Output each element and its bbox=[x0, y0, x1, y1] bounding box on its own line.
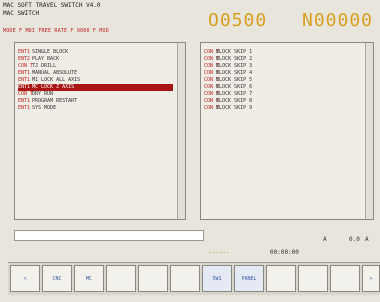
switch-row[interactable]: CON TDRY RUN bbox=[18, 91, 173, 98]
softkey-cnc[interactable]: CNC bbox=[42, 265, 72, 292]
key-input-buffer[interactable] bbox=[14, 230, 204, 241]
switch-row[interactable]: ENT2 PLAY BACK bbox=[18, 56, 173, 63]
header-title: MAC SOFT TRAVEL SWITCH V4.0 bbox=[3, 2, 101, 9]
softkey-panel[interactable]: PANEL bbox=[234, 265, 264, 292]
softkey-next[interactable]: > bbox=[362, 265, 380, 292]
skip-row[interactable]: CON TBLOCK SKIP 1 bbox=[204, 49, 252, 56]
status-value: 0.0 bbox=[349, 236, 360, 243]
skip-state: CON T bbox=[204, 105, 220, 111]
skip-state: CON T bbox=[204, 84, 220, 90]
softkey-prev[interactable]: < bbox=[10, 265, 40, 292]
skip-row[interactable]: CON TBLOCK SKIP 9 bbox=[204, 105, 252, 112]
left-list-scrollbar[interactable] bbox=[177, 43, 185, 219]
skip-name: BLOCK SKIP 7 bbox=[216, 91, 253, 97]
skip-row[interactable]: CON TBLOCK SKIP 7 bbox=[204, 91, 252, 98]
switch-state: ENT1 bbox=[18, 105, 31, 111]
skip-row[interactable]: CON TBLOCK SKIP 4 bbox=[204, 70, 252, 77]
status-axis-2: A bbox=[365, 236, 369, 243]
switch-name: MC LOCK Z AXIS bbox=[32, 84, 75, 90]
switch-row[interactable]: ENT1 MANUAL ABSOLUTE bbox=[18, 70, 173, 77]
program-number: O0500 bbox=[208, 10, 268, 31]
sequence-number: N00000 bbox=[302, 10, 374, 31]
switch-state: ENT1 bbox=[18, 77, 31, 83]
softkey-blank[interactable] bbox=[330, 265, 360, 292]
skip-state: CON T bbox=[204, 91, 220, 97]
softkey-blank[interactable] bbox=[298, 265, 328, 292]
switch-row[interactable]: ENT1 SYS MODE bbox=[18, 105, 173, 112]
left-switch-list: ENT1 SINGLE BLOCK ENT2 PLAY BACK CON TTJ D… bbox=[14, 42, 186, 220]
skip-name: BLOCK SKIP 1 bbox=[216, 49, 253, 55]
switch-row-selected[interactable]: ENT1 MC LOCK Z AXIS bbox=[18, 84, 173, 91]
skip-name: BLOCK SKIP 9 bbox=[216, 105, 253, 111]
skip-name: BLOCK SKIP 3 bbox=[216, 63, 253, 69]
status-mode: ------ bbox=[208, 249, 230, 256]
switch-state: CON T bbox=[18, 91, 34, 97]
softkey-blank[interactable] bbox=[138, 265, 168, 292]
switch-name: TJ DRILL bbox=[32, 63, 57, 69]
skip-state: CON T bbox=[204, 77, 220, 83]
switch-state: ENT2 bbox=[18, 56, 31, 62]
switch-state: CON T bbox=[18, 63, 34, 69]
switch-name: PLAY BACK bbox=[32, 56, 60, 62]
skip-state: CON T bbox=[204, 63, 220, 69]
skip-state: CON T bbox=[204, 70, 220, 76]
switch-name: M1 LOCK ALL AXIS bbox=[32, 77, 81, 83]
switch-row[interactable]: ENT1 PROGRAM RESTART bbox=[18, 98, 173, 105]
skip-row[interactable]: CON TBLOCK SKIP 3 bbox=[204, 63, 252, 70]
skip-name: BLOCK SKIP 4 bbox=[216, 70, 253, 76]
skip-name: BLOCK SKIP 5 bbox=[216, 77, 253, 83]
switch-state: ENT1 bbox=[18, 98, 31, 104]
skip-state: CON T bbox=[204, 56, 220, 62]
skip-state: CON T bbox=[204, 49, 220, 55]
skip-name: BLOCK SKIP 2 bbox=[216, 56, 253, 62]
status-axis: A bbox=[323, 236, 327, 243]
skip-row[interactable]: CON TBLOCK SKIP 2 bbox=[204, 56, 252, 63]
switch-state: ENT1 bbox=[18, 70, 31, 76]
skip-row[interactable]: CON TBLOCK SKIP 5 bbox=[204, 77, 252, 84]
softkey-blank[interactable] bbox=[106, 265, 136, 292]
switch-row[interactable]: CON TTJ DRILL bbox=[18, 63, 173, 70]
skip-state: CON T bbox=[204, 98, 220, 104]
status-time: 00:00:00 bbox=[270, 249, 299, 256]
switch-name: SYS MODE bbox=[32, 105, 57, 111]
switch-state: ENT1 bbox=[18, 49, 31, 55]
right-switch-list: CON TBLOCK SKIP 1 CON TBLOCK SKIP 2 CON … bbox=[200, 42, 374, 220]
switch-name: MANUAL ABSOLUTE bbox=[32, 70, 78, 76]
header-info: MAC SOFT TRAVEL SWITCH V4.0 MAC SWITCH bbox=[3, 2, 101, 18]
skip-row[interactable]: CON TBLOCK SKIP 6 bbox=[204, 84, 252, 91]
softkey-mc[interactable]: MC bbox=[74, 265, 104, 292]
right-list-scrollbar[interactable] bbox=[365, 43, 373, 219]
softkey-blank[interactable] bbox=[266, 265, 296, 292]
header-subtitle: MAC SWITCH bbox=[3, 10, 40, 17]
skip-name: BLOCK SKIP 8 bbox=[216, 98, 253, 104]
switch-row[interactable]: ENT1 SINGLE BLOCK bbox=[18, 49, 173, 56]
mode-line: MODE F MDI FREE RATE F 0000 F MOD bbox=[3, 28, 109, 34]
skip-row[interactable]: CON TBLOCK SKIP 8 bbox=[204, 98, 252, 105]
skip-name: BLOCK SKIP 6 bbox=[216, 84, 253, 90]
switch-row[interactable]: ENT1 M1 LOCK ALL AXIS bbox=[18, 77, 173, 84]
switch-name: PROGRAM RESTART bbox=[32, 98, 78, 104]
switch-state: ENT1 bbox=[18, 84, 31, 90]
switch-name: DRY RUN bbox=[32, 91, 54, 97]
switch-name: SINGLE BLOCK bbox=[32, 49, 69, 55]
softkey-blank[interactable] bbox=[170, 265, 200, 292]
softkey-sw1[interactable]: SW1 bbox=[202, 265, 232, 292]
